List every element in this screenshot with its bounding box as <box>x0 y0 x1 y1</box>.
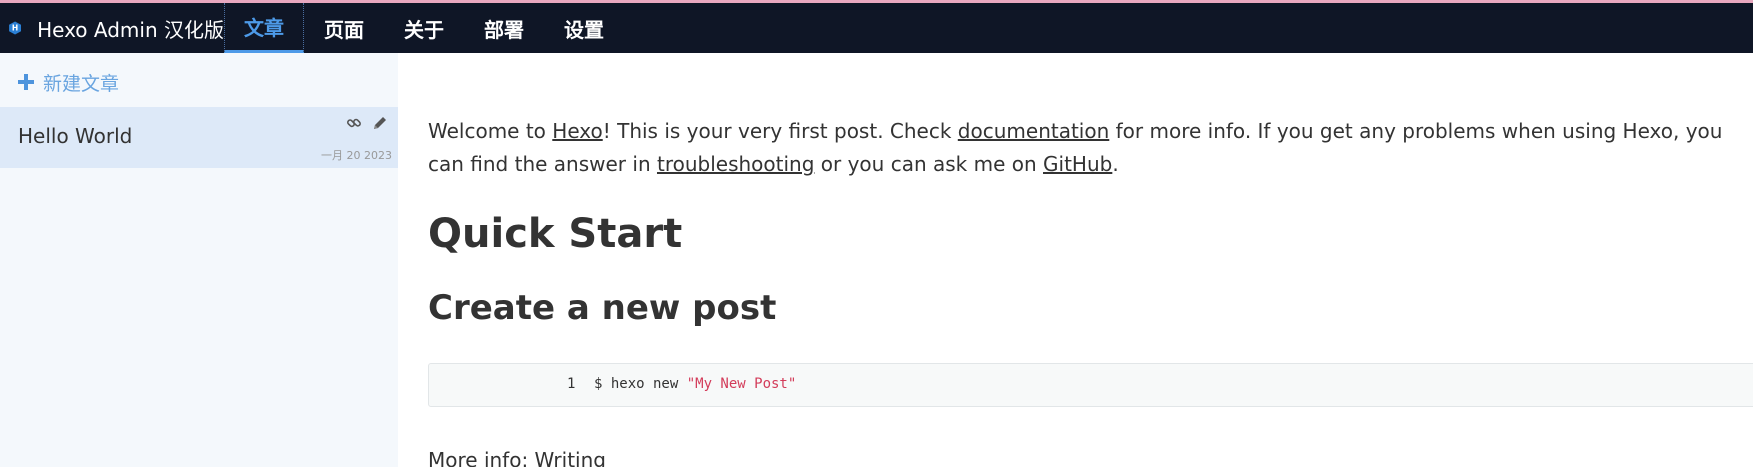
nav-tab-label: 设置 <box>564 17 604 42</box>
new-post-label: 新建文章 <box>43 72 120 95</box>
hexo-link[interactable]: Hexo <box>552 119 602 143</box>
more-info-label: More info: <box>428 448 535 467</box>
post-preview: Welcome to Hexo! This is your very first… <box>398 53 1753 467</box>
writing-link[interactable]: Writing <box>535 448 606 467</box>
code-block: 1 $ hexo new "My New Post" <box>428 363 1753 407</box>
nav-tab-about[interactable]: 关于 <box>384 3 464 53</box>
code-string: "My New Post" <box>686 376 797 392</box>
nav-tab-settings[interactable]: 设置 <box>544 3 624 53</box>
code-line-number: 1 <box>567 376 576 392</box>
new-post-button[interactable]: 新建文章 <box>18 67 119 97</box>
nav-tab-label: 部署 <box>484 17 524 42</box>
github-link[interactable]: GitHub <box>1043 152 1112 176</box>
heading-create-post: Create a new post <box>428 288 777 328</box>
intro-text: Welcome to <box>428 119 553 143</box>
app-title: Hexo Admin 汉化版 <box>37 17 224 42</box>
post-sidebar: 新建文章 Hello World 一月 20 2023 <box>0 53 398 467</box>
post-list-item[interactable]: Hello World 一月 20 2023 <box>0 107 398 168</box>
nav-tab-label: 文章 <box>244 16 284 40</box>
intro-paragraph: Welcome to Hexo! This is your very first… <box>428 115 1743 181</box>
code-line: $ hexo new "My New Post" <box>594 376 796 392</box>
top-navbar: H Hexo Admin 汉化版 文章 页面 关于 部署 设置 <box>0 3 1753 53</box>
code-command: $ hexo new <box>594 376 687 392</box>
post-date: 一月 20 2023 <box>321 149 392 162</box>
nav-tab-pages[interactable]: 页面 <box>304 3 384 53</box>
troubleshooting-link[interactable]: troubleshooting <box>657 152 814 176</box>
pencil-icon[interactable] <box>372 115 388 131</box>
brand[interactable]: H Hexo Admin 汉化版 <box>0 3 224 53</box>
svg-text:H: H <box>12 24 18 33</box>
post-title: Hello World <box>18 124 133 148</box>
nav-tab-label: 关于 <box>404 17 444 42</box>
intro-text: or you can ask me on <box>814 152 1044 176</box>
more-info: More info: Writing <box>428 448 606 467</box>
documentation-link[interactable]: documentation <box>958 119 1109 143</box>
plus-icon <box>18 74 34 90</box>
intro-text: . <box>1112 152 1119 176</box>
nav-tab-deploy[interactable]: 部署 <box>464 3 544 53</box>
intro-text: ! This is your very first post. Check <box>602 119 958 143</box>
nav-tab-posts[interactable]: 文章 <box>224 3 304 53</box>
hexo-logo-icon: H <box>9 21 22 35</box>
link-icon[interactable] <box>346 115 362 131</box>
nav-tab-label: 页面 <box>324 17 364 42</box>
heading-quick-start: Quick Start <box>428 211 683 257</box>
